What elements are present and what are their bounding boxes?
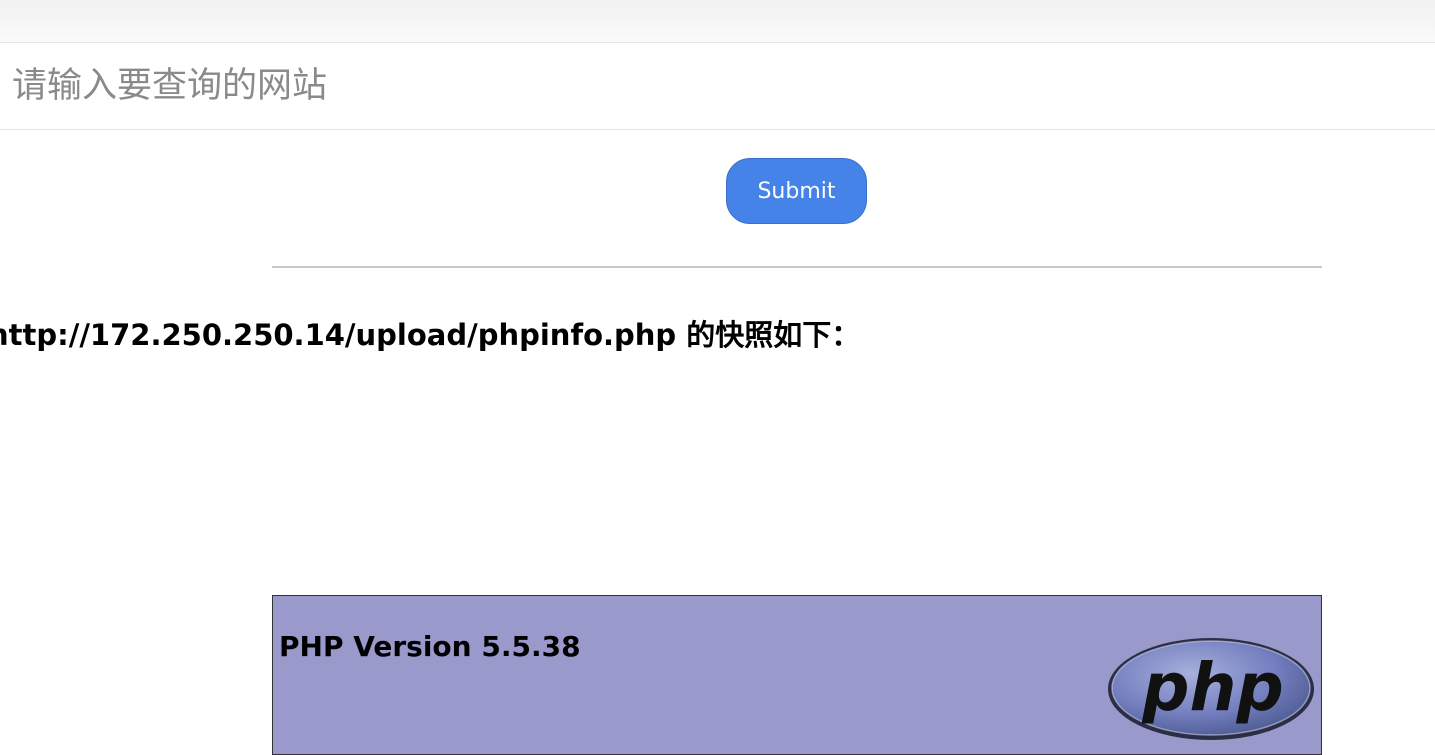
search-row: [0, 43, 1435, 130]
snapshot-heading: http://172.250.250.14/upload/phpinfo.php…: [0, 318, 861, 352]
top-strip: [0, 0, 1435, 43]
php-logo-text: php: [1141, 649, 1283, 726]
divider: [272, 266, 1322, 268]
website-search-input[interactable]: [0, 43, 1435, 129]
php-logo-icon: php: [1108, 638, 1314, 740]
submit-button[interactable]: Submit: [726, 158, 867, 224]
php-version-title: PHP Version 5.5.38: [279, 630, 581, 663]
phpinfo-header: PHP Version 5.5.38 php: [272, 595, 1322, 755]
